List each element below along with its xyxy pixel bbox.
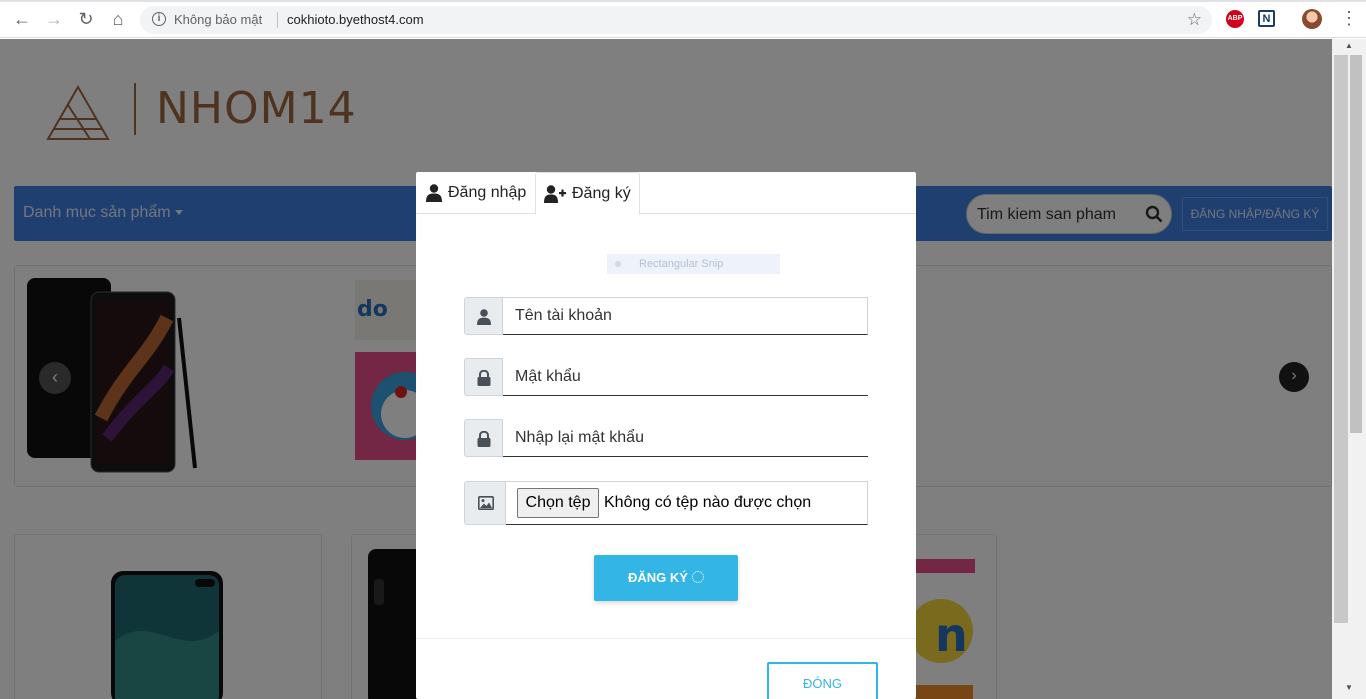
- scroll-up-icon[interactable]: ▲: [1332, 41, 1366, 53]
- snip-label: Rectangular Snip: [639, 258, 724, 270]
- username-input[interactable]: [503, 297, 868, 335]
- security-label: Không bảo mật: [174, 12, 263, 27]
- password-field: [464, 358, 868, 396]
- file-field-addon: [464, 481, 506, 525]
- avatar-file-field: Chọn tệp Không có tệp nào được chọn: [464, 481, 868, 525]
- confirm-password-input[interactable]: [503, 419, 868, 457]
- image-icon: [478, 496, 494, 510]
- modal-tabs: Đăng nhập Đăng ký: [416, 172, 916, 215]
- scroll-down-icon[interactable]: ▼: [1332, 683, 1366, 695]
- user-icon: [426, 184, 442, 202]
- password-input[interactable]: [503, 358, 868, 396]
- tab-register-label: Đăng ký: [572, 185, 631, 202]
- username-field-addon: [464, 297, 503, 335]
- tabstrip-edge: [0, 0, 1366, 2]
- tab-login[interactable]: Đăng nhập: [424, 172, 536, 214]
- file-input[interactable]: Chọn tệp Không có tệp nào được chọn: [506, 481, 868, 525]
- tab-register[interactable]: Đăng ký: [535, 172, 640, 215]
- back-icon[interactable]: ←: [12, 9, 32, 29]
- page-scrollbar[interactable]: ▲ ▼: [1332, 39, 1366, 699]
- reload-icon[interactable]: ↻: [76, 9, 96, 29]
- confirm-password-field-addon: [464, 419, 503, 457]
- username-field: [464, 297, 868, 335]
- rectangular-snip-overlay: Rectangular Snip: [607, 254, 780, 274]
- forward-icon[interactable]: →: [44, 9, 64, 29]
- browser-menu-icon[interactable]: ⋮: [1340, 8, 1358, 28]
- password-field-addon: [464, 358, 503, 396]
- modal-footer-divider: [416, 638, 916, 639]
- profile-avatar[interactable]: [1302, 9, 1322, 29]
- register-submit-label: ĐĂNG KÝ: [628, 570, 688, 585]
- lock-icon: [477, 370, 491, 386]
- info-icon[interactable]: i: [152, 12, 166, 26]
- n-extension-icon[interactable]: N: [1258, 10, 1275, 27]
- user-plus-icon: [544, 185, 566, 203]
- browser-toolbar: ← → ↻ ⌂ i Không bảo mật cokhioto.byethos…: [0, 0, 1366, 38]
- spinner-icon: [691, 571, 704, 583]
- bookmark-star-icon[interactable]: ☆: [1187, 10, 1202, 30]
- url-text[interactable]: cokhioto.byethost4.com: [287, 12, 424, 27]
- user-icon: [477, 309, 491, 325]
- file-status-text: Không có tệp nào được chọn: [604, 494, 812, 511]
- home-icon[interactable]: ⌂: [108, 9, 128, 29]
- choose-file-button[interactable]: Chọn tệp: [517, 488, 599, 518]
- lock-icon: [477, 431, 491, 447]
- address-bar[interactable]: i Không bảo mật cokhioto.byethost4.com ☆: [140, 6, 1212, 34]
- register-submit-button[interactable]: ĐĂNG KÝ: [594, 555, 738, 601]
- close-modal-button[interactable]: ĐÓNG: [767, 662, 878, 699]
- scrollbar-thumb[interactable]: [1350, 55, 1362, 433]
- confirm-password-field: [464, 419, 868, 457]
- omnibox-separator: [277, 12, 278, 28]
- scrollbar-track-dark: [1334, 55, 1348, 623]
- tab-login-label: Đăng nhập: [448, 184, 527, 201]
- adblock-extension-icon[interactable]: ABP: [1226, 10, 1244, 28]
- register-modal: Đăng nhập Đăng ký Rectangular Snip Tên t…: [416, 172, 916, 699]
- snip-dot-icon: [615, 261, 621, 267]
